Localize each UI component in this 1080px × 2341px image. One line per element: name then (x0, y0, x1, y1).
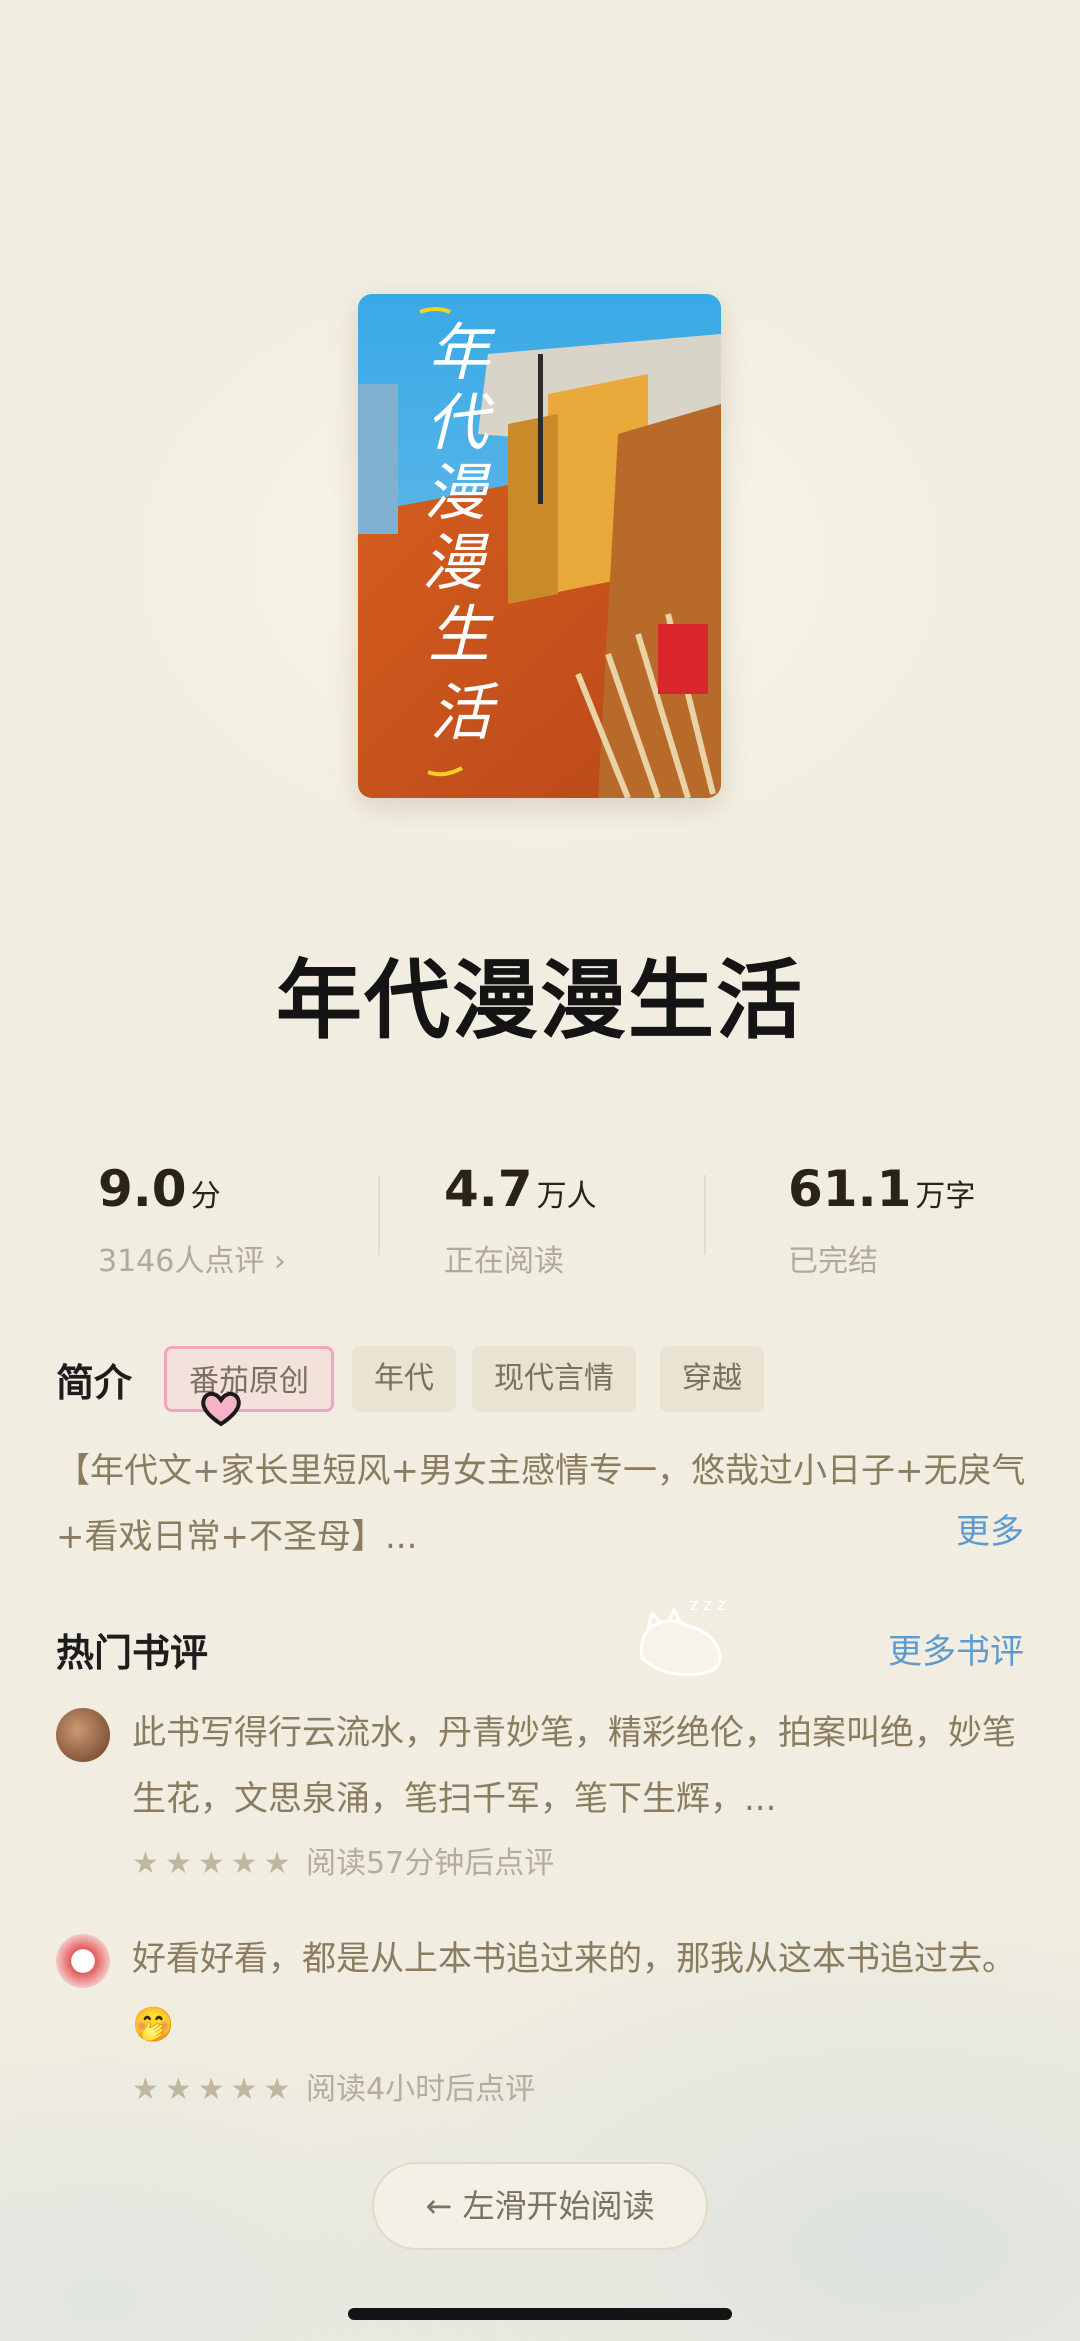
intro-label: 简介 (56, 1361, 133, 1405)
words-value: 61.1 (788, 1160, 912, 1218)
tag-modern-romance[interactable]: 现代言情 (472, 1346, 636, 1412)
readers-unit: 万人 (536, 1179, 597, 1214)
divider (378, 1175, 380, 1255)
avatar[interactable] (56, 1934, 110, 1988)
readers-label: 正在阅读 (444, 1244, 564, 1279)
rating-value: 9.0 (98, 1160, 187, 1218)
stat-rating: 9.0 分 3146人点评 › (98, 1160, 286, 1280)
book-cover[interactable]: 年 代 漫 漫 生 活 (358, 294, 721, 798)
svg-text:漫: 漫 (422, 526, 490, 599)
heart-icon (201, 1391, 241, 1427)
review-meta: ★★★★★ 阅读57分钟后点评 (132, 1838, 554, 1882)
review-item[interactable]: 此书写得行云流水，丹青妙笔，精彩绝伦，拍案叫绝，妙笔生花，文思泉涌，笔扫千军，笔… (56, 1700, 1026, 1882)
review-item[interactable]: 好看好看，都是从上本书追过来的，那我从这本书追过去。🤭 ★★★★★ 阅读4小时后… (56, 1926, 1026, 2108)
rating-count-link[interactable]: 3146人点评 › (98, 1236, 286, 1280)
home-indicator[interactable] (348, 2308, 732, 2320)
svg-text:生: 生 (428, 598, 494, 671)
avatar[interactable] (56, 1708, 110, 1762)
svg-text:漫: 漫 (424, 456, 492, 529)
intro-more-link[interactable]: 更多 (956, 1504, 1024, 1553)
start-reading-button[interactable]: ← 左滑开始阅读 (372, 2162, 708, 2250)
words-unit: 万字 (915, 1179, 976, 1214)
status-label: 已完结 (788, 1244, 878, 1279)
star-rating: ★★★★★ (132, 2072, 297, 2107)
divider (704, 1175, 706, 1255)
star-rating: ★★★★★ (132, 1846, 297, 1881)
svg-text:代: 代 (426, 386, 495, 459)
svg-text:年: 年 (428, 316, 496, 389)
stat-words: 61.1 万字 已完结 (788, 1160, 975, 1280)
svg-text:z z z: z z z (690, 1595, 725, 1614)
book-title: 年代漫漫生活 (276, 951, 804, 1051)
intro-text[interactable]: 【年代文+家长里短风+男女主感情专一，悠哉过小日子+无戾气+看戏日常+不圣母】.… (56, 1438, 1026, 1570)
readers-value: 4.7 (444, 1160, 533, 1218)
tag-era[interactable]: 年代 (352, 1346, 456, 1412)
review-time: 阅读57分钟后点评 (306, 1846, 555, 1881)
sleeping-cat-icon: z z z (639, 1595, 725, 1677)
review-text: 好看好看，都是从上本书追过来的，那我从这本书追过去。🤭 (132, 1939, 1016, 2045)
reviews-label: 热门书评 (56, 1631, 209, 1675)
review-meta: ★★★★★ 阅读4小时后点评 (132, 2064, 535, 2108)
tag-original[interactable]: 番茄原创 (164, 1346, 334, 1412)
review-time: 阅读4小时后点评 (306, 2072, 536, 2107)
rating-unit: 分 (190, 1179, 221, 1214)
review-text: 此书写得行云流水，丹青妙笔，精彩绝伦，拍案叫绝，妙笔生花，文思泉涌，笔扫千军，笔… (132, 1713, 1016, 1819)
stat-readers: 4.7 万人 正在阅读 (444, 1160, 597, 1280)
more-reviews-link[interactable]: 更多书评 (888, 1624, 1024, 1673)
tag-time-travel[interactable]: 穿越 (660, 1346, 764, 1412)
svg-text:活: 活 (430, 676, 499, 749)
